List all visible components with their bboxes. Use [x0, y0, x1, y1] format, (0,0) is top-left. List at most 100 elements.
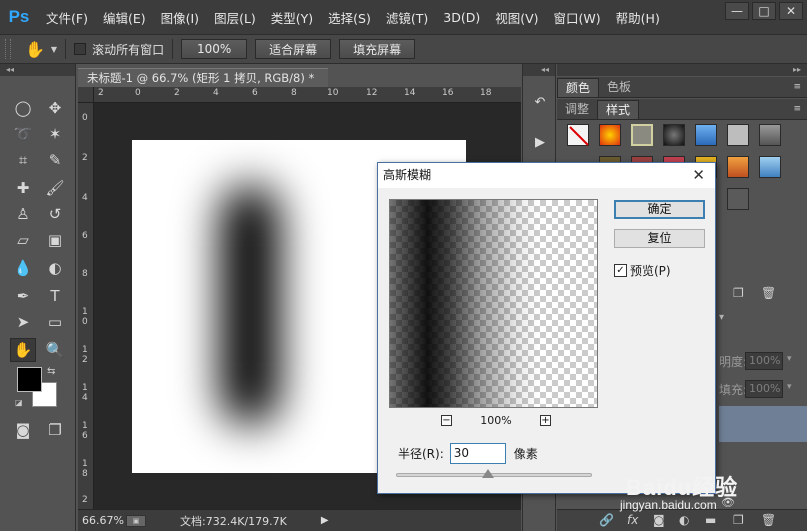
zoom-level[interactable]: 66.67%: [82, 514, 124, 527]
preview-option[interactable]: ✓ 预览(P): [614, 262, 671, 279]
rectangle-tool-icon[interactable]: ▭: [42, 310, 68, 334]
new-style-icon[interactable]: ❐: [733, 286, 744, 300]
close-icon[interactable]: ✕: [692, 167, 705, 183]
pen-tool-icon[interactable]: ✒: [10, 284, 36, 308]
style-swatch[interactable]: [727, 156, 749, 178]
fit-screen-button[interactable]: 适合屏幕: [255, 39, 332, 59]
chevron-down-icon[interactable]: ▼: [51, 45, 57, 54]
expand-icon[interactable]: ▸▸: [557, 64, 807, 76]
style-swatch[interactable]: [663, 124, 685, 146]
opacity-input[interactable]: 100%: [745, 352, 783, 370]
scroll-all-windows-checkbox[interactable]: [74, 43, 87, 55]
ruler-label: 10: [327, 88, 339, 98]
menu-type[interactable]: 类型(Y): [271, 8, 313, 27]
move-tool-icon[interactable]: ✥: [42, 96, 68, 120]
reset-button[interactable]: 复位: [614, 229, 705, 248]
dodge-tool-icon[interactable]: ◐: [42, 256, 68, 280]
panel-menu-icon[interactable]: ≡: [793, 82, 801, 92]
hand-tool-icon[interactable]: ✋: [25, 40, 45, 59]
tab-color[interactable]: 颜色: [557, 78, 600, 97]
default-colors-icon[interactable]: ◪: [15, 398, 23, 407]
menu-window[interactable]: 窗口(W): [554, 8, 601, 27]
radius-slider-thumb[interactable]: [482, 469, 495, 478]
menu-3d[interactable]: 3D(D): [443, 10, 480, 25]
ruler-vertical: 0 2 4 6 8 1 0 1 2 1 4 1 6 1 8 2: [78, 103, 94, 509]
eyedropper-tool-icon[interactable]: ✎: [42, 148, 68, 172]
history-brush-tool-icon[interactable]: ↺: [42, 202, 68, 226]
style-swatch[interactable]: [759, 156, 781, 178]
menu-file[interactable]: 文件(F): [46, 8, 88, 27]
preview-checkbox[interactable]: ✓: [614, 264, 627, 277]
type-tool-icon[interactable]: T: [42, 284, 68, 308]
gradient-tool-icon[interactable]: ▣: [42, 228, 68, 252]
tab-swatches[interactable]: 色板: [599, 78, 639, 97]
chevron-right-icon[interactable]: ▶: [321, 515, 329, 526]
eraser-tool-icon[interactable]: ▱: [10, 228, 36, 252]
blur-preview[interactable]: [389, 199, 598, 408]
menu-layer[interactable]: 图层(L): [214, 8, 256, 27]
fill-input[interactable]: 100%: [745, 380, 783, 398]
style-swatch[interactable]: [759, 124, 781, 146]
maximize-button[interactable]: □: [752, 2, 776, 20]
color-panel-tabs: 颜色 色板: [557, 77, 807, 98]
swap-colors-icon[interactable]: ⇆: [47, 366, 55, 377]
menu-select[interactable]: 选择(S): [328, 8, 371, 27]
zoom-out-button[interactable]: −: [441, 414, 452, 426]
style-swatch-none[interactable]: [567, 124, 589, 146]
menu-image[interactable]: 图像(I): [161, 8, 199, 27]
style-swatch[interactable]: [599, 124, 621, 146]
zoom-in-button[interactable]: +: [539, 414, 551, 426]
zoom-tool-icon[interactable]: 🔍: [42, 338, 68, 362]
radius-input[interactable]: 30: [449, 443, 506, 464]
marquee-tool-icon[interactable]: ◯: [10, 96, 36, 120]
close-window-button[interactable]: ✕: [779, 2, 803, 20]
panel-menu-icon[interactable]: ≡: [793, 104, 801, 114]
menu-help[interactable]: 帮助(H): [616, 8, 660, 27]
trash-icon[interactable]: 🗑: [761, 286, 776, 300]
collapse-icon[interactable]: ◂◂: [523, 64, 555, 76]
quick-mask-icon[interactable]: ◙: [10, 418, 36, 442]
style-swatch[interactable]: [631, 124, 653, 146]
ok-button[interactable]: 确定: [614, 200, 705, 219]
clone-stamp-tool-icon[interactable]: ♙: [10, 202, 36, 226]
document-tab[interactable]: 未标题-1 @ 66.7% (矩形 1 拷贝, RGB/8) *: [78, 68, 328, 87]
menu-view[interactable]: 视图(V): [495, 8, 538, 27]
minimize-button[interactable]: —: [725, 2, 749, 20]
lasso-tool-icon[interactable]: ➰: [10, 122, 36, 146]
crop-tool-icon[interactable]: ⌗: [10, 148, 36, 172]
chevron-down-icon[interactable]: ▾: [787, 382, 792, 392]
ruler-label: 1 0: [82, 307, 88, 327]
grip-handle[interactable]: [5, 39, 11, 59]
tab-styles[interactable]: 样式: [597, 100, 640, 119]
no-style-icon: [569, 126, 589, 146]
fill-screen-button[interactable]: 填充屏幕: [339, 39, 416, 59]
chevron-down-icon[interactable]: ▾: [787, 354, 792, 364]
status-preview-icon[interactable]: ▣: [126, 514, 146, 527]
style-swatch[interactable]: [727, 188, 749, 210]
layer-row-selected[interactable]: [719, 406, 807, 442]
blur-tool-icon[interactable]: 💧: [10, 256, 36, 280]
screen-mode-icon[interactable]: ❐: [42, 418, 68, 442]
history-panel-icon[interactable]: ↶: [527, 90, 553, 114]
style-swatch[interactable]: [695, 124, 717, 146]
ruler-label: 2: [82, 495, 88, 505]
actions-panel-icon[interactable]: ▶: [527, 130, 553, 154]
path-selection-tool-icon[interactable]: ➤: [10, 310, 36, 334]
ruler-label: 1 2: [82, 345, 88, 365]
magic-wand-tool-icon[interactable]: ✶: [42, 122, 68, 146]
scroll-all-windows-label: 滚动所有窗口: [92, 42, 165, 57]
tab-adjustments[interactable]: 调整: [557, 100, 597, 119]
style-swatch[interactable]: [727, 124, 749, 146]
collapse-icon[interactable]: ◂◂: [0, 64, 75, 76]
layers-panel-menu-icon[interactable]: ▾: [719, 312, 724, 323]
ruler-label: 1 4: [82, 383, 88, 403]
zoom-100-button[interactable]: 100%: [181, 39, 248, 59]
healing-brush-tool-icon[interactable]: ✚: [10, 176, 36, 200]
brush-tool-icon[interactable]: 🖌: [42, 176, 68, 200]
styles-panel-tabs: 调整 样式: [557, 99, 807, 120]
menu-edit[interactable]: 编辑(E): [103, 8, 146, 27]
foreground-color-swatch[interactable]: [17, 367, 42, 392]
ruler-label: 1 8: [82, 459, 88, 479]
hand-tool-icon[interactable]: ✋: [10, 338, 36, 362]
menu-filter[interactable]: 滤镜(T): [386, 8, 428, 27]
